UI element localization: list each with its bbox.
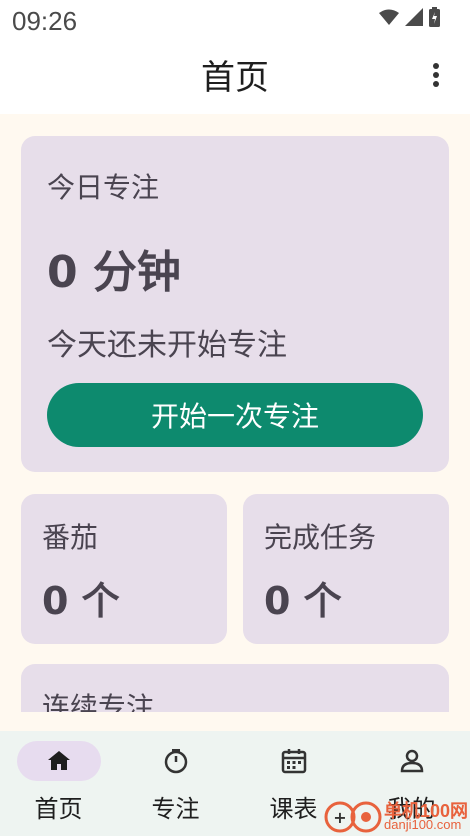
status-time: 09:26 [12,6,78,36]
tomato-value: 0 个 [42,579,120,623]
status-bar: 09:26 [0,0,470,42]
nav-item-home[interactable]: 首页 [0,731,117,836]
today-focus-label: 今日专注 [47,171,160,204]
streak-card: 连续专注 [21,664,449,712]
calendar-icon [281,749,306,774]
today-focus-card: 今日专注 0 分钟 今天还未开始专注 开始一次专注 [21,136,449,472]
watermark: + 单机100网 danji100.com [322,795,470,836]
home-icon [47,751,70,770]
svg-text:+: + [333,808,346,827]
nav-label-home: 首页 [34,795,83,823]
tomato-label: 番茄 [42,521,99,554]
watermark-logo-icon: + [324,801,382,833]
person-icon [400,749,423,773]
battery-icon [429,7,440,27]
nav-label-focus: 专注 [151,795,200,823]
streak-label: 连续专注 [42,691,155,712]
timer-icon [164,749,187,774]
more-vert-icon[interactable] [428,62,444,90]
wifi-icon [379,9,399,25]
page-title: 首页 [201,58,269,98]
signal-icon [405,8,423,26]
status-icons [379,7,440,27]
nav-item-focus[interactable]: 专注 [117,731,234,836]
tomato-card: 番茄 0 个 [21,494,227,644]
content-scroll[interactable]: 今日专注 0 分钟 今天还未开始专注 开始一次专注 番茄 0 个 完成任务 0 … [0,114,470,712]
today-focus-value: 0 分钟 [47,247,181,298]
tasks-value: 0 个 [264,579,342,623]
app-bar: 首页 [0,42,470,114]
start-focus-button[interactable]: 开始一次专注 [47,383,423,447]
tasks-card: 完成任务 0 个 [243,494,449,644]
today-focus-subtitle: 今天还未开始专注 [47,328,287,363]
tasks-label: 完成任务 [264,521,377,554]
watermark-url: danji100.com [384,817,462,832]
